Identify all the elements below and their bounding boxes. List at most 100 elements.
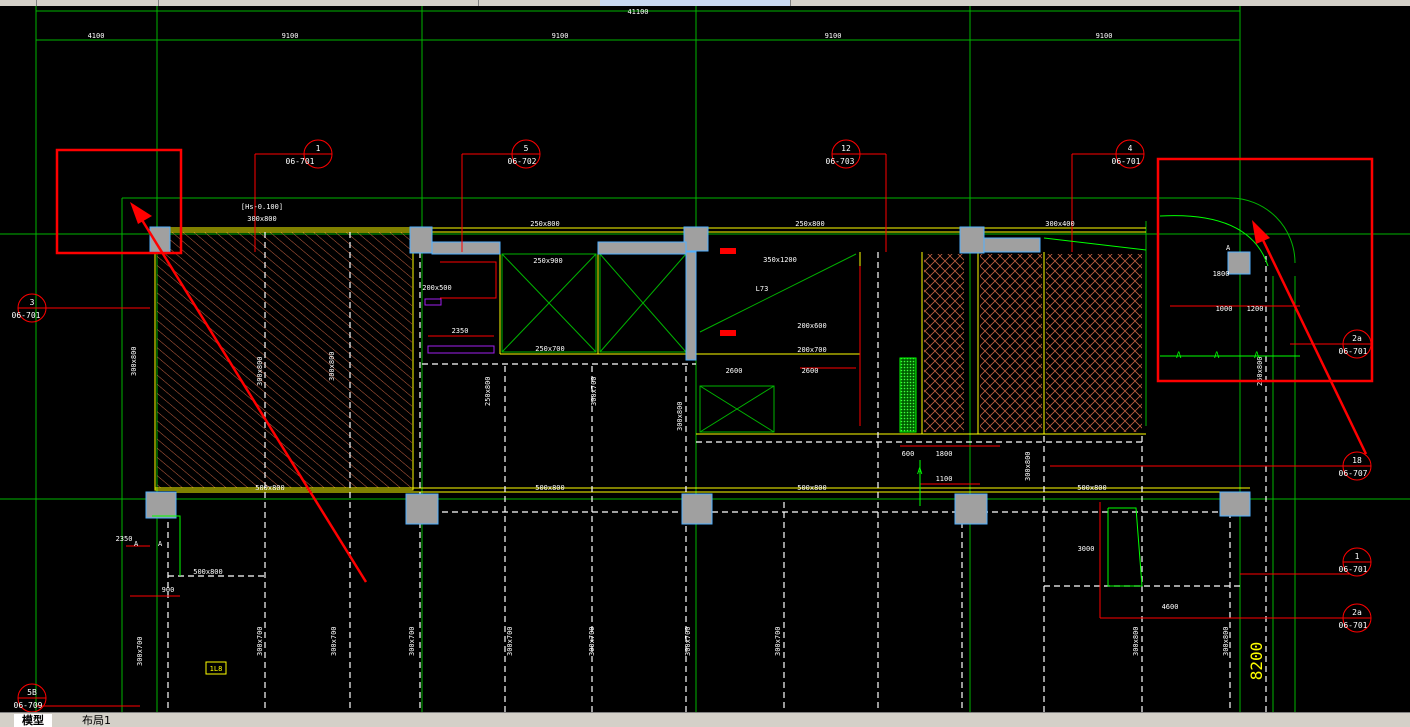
- section-mark: A: [1254, 351, 1260, 361]
- top-dimension-chain: 4100 9100 9100 9100 9100: [36, 32, 1240, 41]
- tab-model-label: 模型: [22, 714, 44, 727]
- detail-callout: 12 06-703: [826, 139, 861, 169]
- vertical-beam-label: 300x700: [684, 626, 692, 656]
- callout-number: 3: [30, 298, 35, 307]
- beam-label: 200x600: [797, 322, 827, 330]
- green-shaft: [899, 357, 917, 433]
- beam-label: 250x900: [533, 257, 563, 265]
- vertical-beam-label: 300x800: [130, 346, 138, 376]
- vertical-beam-label: 300x800: [328, 351, 336, 381]
- callout-reference: 06-703: [826, 157, 855, 166]
- detail-callout: 5B 06-709: [14, 683, 47, 713]
- top-dimension-label: 9100: [282, 32, 299, 40]
- callout-reference: 06-702: [508, 157, 537, 166]
- beam-label: 500x800: [255, 484, 285, 492]
- beam-label: 1800: [936, 450, 953, 458]
- callout-number: 4: [1128, 144, 1133, 153]
- beam-label: 600: [902, 450, 915, 458]
- beam-label: 300x800: [247, 215, 277, 223]
- elevation-note: [Hs-0.100]: [241, 203, 283, 211]
- beam-label: 500x800: [535, 484, 565, 492]
- beam-label: 900: [162, 586, 175, 594]
- detail-callout: 3 06-701: [12, 293, 47, 323]
- vertical-beam-label: 300x700: [774, 626, 782, 656]
- vertical-beam-label: 300x800: [256, 356, 264, 386]
- crosshatched-slab: [924, 254, 964, 432]
- beam-label: 350x1200: [763, 256, 797, 264]
- purple-elements: [424, 298, 495, 354]
- callout-number: 12: [841, 144, 851, 153]
- beam-label: 500x800: [1077, 484, 1107, 492]
- callout-reference: 06-701: [1339, 347, 1368, 356]
- detail-callout: 2a 06-701: [1339, 329, 1372, 359]
- section-mark: A: [158, 540, 163, 548]
- room-tag-label: 1L8: [210, 665, 223, 673]
- callout-number: 5: [524, 144, 529, 153]
- annotation-arrow-right: [1252, 220, 1368, 455]
- beam-label: 1100: [936, 475, 953, 483]
- beam-label: 2600: [726, 367, 743, 375]
- beam-label: 250x700: [535, 345, 565, 353]
- callout-number: 2a: [1352, 608, 1362, 617]
- overall-dimension-label: 41100: [627, 8, 648, 16]
- beam-label: 500x800: [797, 484, 827, 492]
- section-mark: A: [1214, 351, 1220, 361]
- beam-label: L73: [756, 285, 769, 293]
- overall-dimension: 41100: [36, 8, 1240, 16]
- vertical-beam-label: 300x800: [1132, 626, 1140, 656]
- vertical-beam-label: 300x700: [408, 626, 416, 656]
- beam-label: 200x500: [422, 284, 452, 292]
- beam-label: 4600: [1162, 603, 1179, 611]
- vertical-beam-label: 300x800: [1024, 451, 1032, 481]
- section-mark: A: [134, 540, 139, 548]
- top-dimension-label: 4100: [88, 32, 105, 40]
- detail-callout: 2a 06-701: [1339, 603, 1372, 633]
- callout-reference: 06-701: [1339, 565, 1368, 574]
- layout-tab-bar: 模型 布局1: [0, 712, 1410, 727]
- beam-label: 200x700: [797, 346, 827, 354]
- section-mark: A: [1226, 244, 1231, 252]
- vertical-beam-label: 300x700: [136, 636, 144, 666]
- top-dimension-label: 9100: [1096, 32, 1113, 40]
- vertical-beam-label: 300x700: [256, 626, 264, 656]
- beam-label: 2350: [452, 327, 469, 335]
- vertical-beam-label: 300x700: [330, 626, 338, 656]
- vertical-beam-label: 300x800: [1222, 626, 1230, 656]
- callout-number: 18: [1352, 456, 1362, 465]
- tab-layout1-label: 布局1: [82, 714, 111, 727]
- beam-label: 250x800: [795, 220, 825, 228]
- beam-label: 1800: [1213, 270, 1230, 278]
- vertical-beam-label: 250x800: [484, 376, 492, 406]
- callout-number: 2a: [1352, 334, 1362, 343]
- beam-label: 1000: [1216, 305, 1233, 313]
- cad-drawing-canvas[interactable]: 41100 4100 9100 9100 9100 9100 1 06-701 …: [0, 6, 1410, 713]
- beam-label: 1200: [1247, 305, 1264, 313]
- crosshatched-slab: [1046, 254, 1142, 432]
- section-mark: A: [1176, 351, 1182, 361]
- callout-number: 5B: [27, 688, 37, 697]
- vertical-beam-label: 300x700: [506, 626, 514, 656]
- detail-callout: 18 06-707: [1339, 451, 1372, 481]
- detail-callout: 1 06-701: [1339, 547, 1372, 577]
- vertical-beam-label: 300x700: [590, 376, 598, 406]
- top-dimension-label: 9100: [552, 32, 569, 40]
- red-markers: [720, 248, 736, 336]
- side-dimension: 8200: [1247, 642, 1266, 681]
- crosshatched-slab: [980, 254, 1042, 432]
- beam-label: 500x800: [193, 568, 223, 576]
- tab-layout1[interactable]: 布局1: [74, 714, 119, 727]
- cad-floor-plan[interactable]: 41100 4100 9100 9100 9100 9100 1 06-701 …: [0, 6, 1410, 713]
- room-tag: 1L8: [205, 661, 227, 675]
- section-mark: A: [917, 467, 923, 477]
- beam-label: 2350: [116, 535, 133, 543]
- callout-number: 1: [316, 144, 321, 153]
- beam-label: 3000: [1078, 545, 1095, 553]
- beam-label: 250x800: [530, 220, 560, 228]
- vertical-beam-label: 300x800: [676, 401, 684, 431]
- vertical-beam-label: 300x700: [588, 626, 596, 656]
- callout-reference: 06-701: [12, 311, 41, 320]
- callout-reference: 06-701: [1339, 621, 1368, 630]
- callout-reference: 06-701: [286, 157, 315, 166]
- tab-model[interactable]: 模型: [14, 714, 52, 727]
- detail-callout: 4 06-701: [1112, 139, 1145, 169]
